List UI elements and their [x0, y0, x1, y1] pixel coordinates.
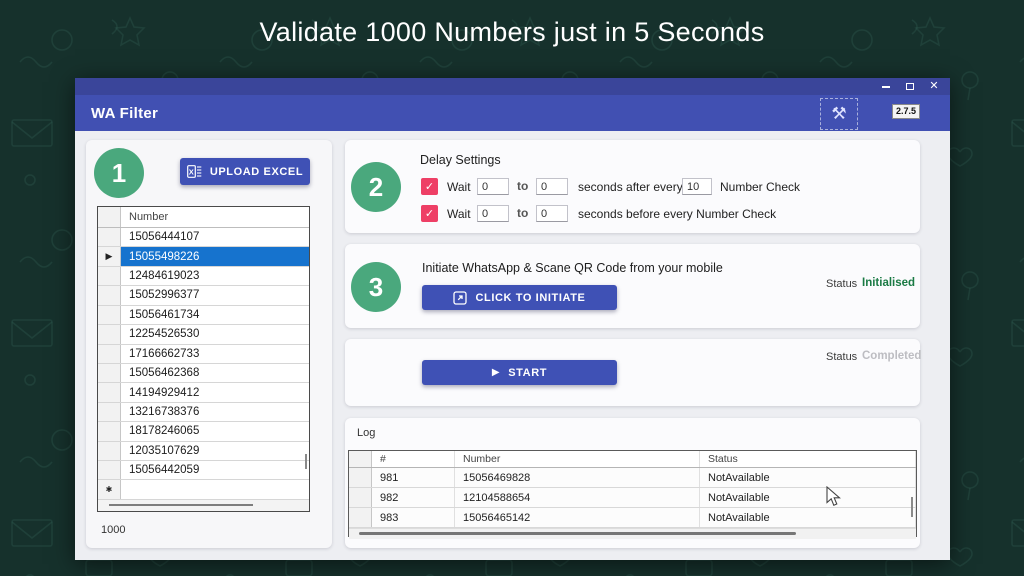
log-col-status: Status — [700, 451, 916, 467]
log-table-header: # Number Status — [349, 451, 916, 468]
click-to-initiate-button[interactable]: CLICK TO INITIATE — [422, 285, 617, 310]
log-hscroll-thumb[interactable] — [359, 532, 796, 535]
window-strip: ✕ — [75, 78, 950, 95]
step-3-badge: 3 — [351, 262, 401, 312]
log-col-id: # — [372, 451, 455, 467]
log-row[interactable]: 983 15056465142 NotAvailable — [349, 508, 916, 528]
number-row[interactable]: 15052996377 — [98, 286, 309, 305]
status-label: Status — [826, 278, 857, 290]
checkbox-wait-before[interactable]: ✓ — [421, 205, 438, 222]
minimize-icon[interactable] — [880, 81, 892, 93]
number-row[interactable]: 12035107629 — [98, 442, 309, 461]
app-title: WA Filter — [91, 105, 158, 122]
delay-row-before: ✓ Wait to seconds before every Number Ch… — [421, 205, 901, 223]
to-label: to — [517, 179, 528, 193]
row-count-label: 1000 — [101, 524, 125, 536]
log-row[interactable]: 981 15056469828 NotAvailable — [349, 468, 916, 488]
new-row[interactable]: ✱ — [98, 480, 309, 499]
initiate-instruction: Initiate WhatsApp & Scane QR Code from y… — [422, 261, 723, 275]
wait-after-to-input[interactable] — [536, 178, 568, 195]
start-button[interactable]: ▶ START — [422, 360, 617, 385]
status-label: Status — [826, 351, 857, 363]
start-status-value: Completed — [862, 350, 921, 362]
to-label: to — [517, 206, 528, 220]
delay-settings-title: Delay Settings — [420, 153, 501, 167]
app-window: ✕ WA Filter ⚒ 2.7.5 1 X UPLOAD EXCEL — [75, 78, 950, 560]
numbers-table-header: Number — [98, 207, 309, 228]
number-row[interactable]: 12484619023 — [98, 267, 309, 286]
initiate-card: 3 Initiate WhatsApp & Scane QR Code from… — [345, 244, 920, 328]
numbers-column-header: Number — [121, 207, 309, 227]
number-row-selected[interactable]: ▶15055498226 — [98, 247, 309, 266]
title-bar: WA Filter ⚒ 2.7.5 — [75, 95, 950, 131]
start-card: ▶ START Status Completed — [345, 339, 920, 406]
numbers-table-hscrollbar[interactable] — [98, 500, 309, 511]
initiate-status-value: Initialised — [862, 277, 915, 289]
log-vscrollbar[interactable] — [911, 497, 913, 517]
wait-before-from-input[interactable] — [477, 205, 509, 222]
mouse-cursor — [826, 486, 842, 508]
number-row[interactable]: 15056444107 — [98, 228, 309, 247]
wait-after-from-input[interactable] — [477, 178, 509, 195]
seconds-after-label: seconds after every — [578, 180, 683, 194]
click-to-initiate-label: CLICK TO INITIATE — [475, 292, 585, 304]
every-count-input[interactable] — [682, 178, 712, 195]
tools-button[interactable]: ⚒ — [820, 98, 858, 130]
number-row[interactable]: 17166662733 — [98, 345, 309, 364]
upload-excel-button[interactable]: X UPLOAD EXCEL — [180, 158, 310, 185]
number-row[interactable]: 13216738376 — [98, 403, 309, 422]
log-card: Log # Number Status 981 15056469828 NotA… — [345, 418, 920, 548]
delay-settings-card: 2 Delay Settings ✓ Wait to seconds after… — [345, 140, 920, 233]
number-row[interactable]: 14194929412 — [98, 383, 309, 402]
maximize-icon[interactable] — [904, 81, 916, 93]
wait-before-to-input[interactable] — [536, 205, 568, 222]
step-1-badge: 1 — [94, 148, 144, 198]
log-col-number: Number — [455, 451, 700, 467]
version-badge: 2.7.5 — [892, 104, 920, 119]
wait-label: Wait — [447, 207, 471, 221]
number-row[interactable]: 15056442059 — [98, 461, 309, 480]
wait-label: Wait — [447, 180, 471, 194]
number-check-label: Number Check — [720, 180, 800, 194]
number-row[interactable]: 18178246065 — [98, 422, 309, 441]
row-pointer-icon: ▶ — [98, 247, 121, 265]
start-label: START — [508, 367, 547, 379]
seconds-before-label: seconds before every Number Check — [578, 207, 776, 221]
number-row[interactable]: 12254526530 — [98, 325, 309, 344]
step-2-badge: 2 — [351, 162, 401, 212]
svg-text:X: X — [189, 167, 195, 176]
numbers-table[interactable]: Number 15056444107 ▶15055498226 12484619… — [97, 206, 310, 512]
number-row[interactable]: 15056462368 — [98, 364, 309, 383]
number-row[interactable]: 15056461734 — [98, 306, 309, 325]
delay-row-after: ✓ Wait to seconds after every Number Che… — [421, 178, 901, 196]
checkbox-wait-after[interactable]: ✓ — [421, 178, 438, 195]
new-row-marker-icon: ✱ — [98, 480, 121, 498]
play-icon: ▶ — [492, 368, 500, 378]
launch-icon — [453, 291, 467, 305]
hscroll-thumb[interactable] — [109, 504, 253, 506]
close-icon[interactable]: ✕ — [928, 81, 940, 93]
excel-icon: X — [187, 165, 202, 178]
log-title: Log — [357, 427, 375, 439]
numbers-table-vscrollbar[interactable] — [305, 454, 307, 469]
upload-excel-label: UPLOAD EXCEL — [210, 166, 303, 178]
upload-card: 1 X UPLOAD EXCEL Number 15056444107 ▶150… — [86, 140, 332, 548]
tools-icon: ⚒ — [831, 104, 846, 124]
log-hscrollbar[interactable] — [349, 528, 916, 539]
page-title: Validate 1000 Numbers just in 5 Seconds — [0, 17, 1024, 48]
